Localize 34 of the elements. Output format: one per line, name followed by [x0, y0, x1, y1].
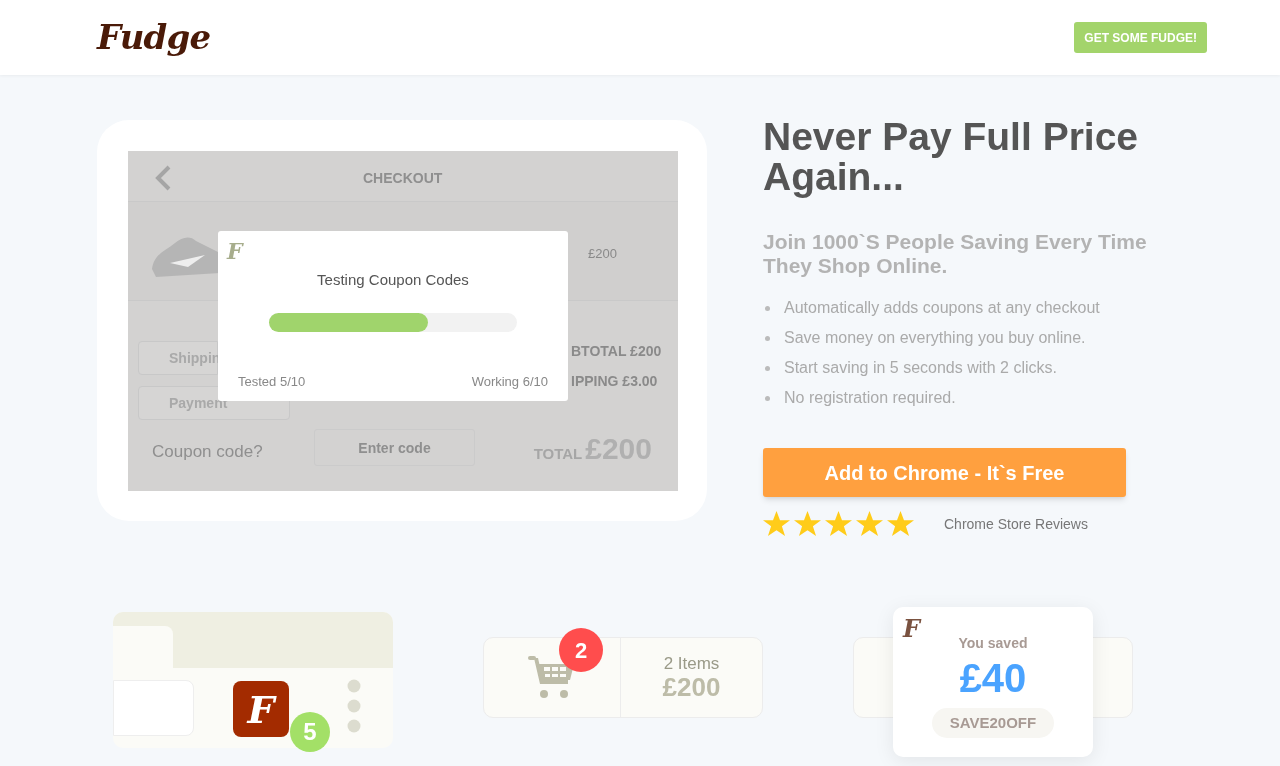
reviews-link[interactable]: Chrome Store Reviews	[944, 513, 1088, 535]
get-fudge-button[interactable]: GET SOME FUDGE!	[1074, 22, 1207, 53]
hero-heading: Never Pay Full Price Again...	[763, 117, 1140, 197]
saved-label: You saved	[958, 634, 1028, 653]
checkout-title: CHECKOUT	[363, 169, 443, 188]
coupon-label: Coupon code?	[152, 441, 263, 463]
extension-icon[interactable]: F	[233, 681, 289, 737]
count-badge: 5	[290, 712, 330, 752]
hero-subheading: Join 1000`S People Saving Every Time They Shop Online.	[763, 230, 1148, 278]
dialog-title: Testing Coupon Codes	[316, 270, 470, 290]
star-icon	[856, 511, 883, 537]
more-options-icon[interactable]	[347, 679, 361, 735]
coupon-code-tag: SAVE20OFF	[931, 708, 1055, 738]
cart-total: £200	[662, 672, 721, 701]
feature-item: Save money on everything you buy online.	[784, 328, 1086, 348]
count-badge: 2	[559, 628, 603, 672]
shipping-cost: IPPING £3.00	[571, 372, 658, 391]
saved-amount: £40	[959, 656, 1027, 700]
star-icon	[887, 511, 914, 537]
star-icon	[794, 511, 821, 537]
brand-mark: F	[227, 237, 243, 266]
brand-logo[interactable]: Fudge	[97, 12, 211, 63]
coupon-code-field[interactable]: Enter code	[314, 429, 475, 466]
feature-item: No registration required.	[784, 388, 956, 408]
item-price: £200	[588, 245, 617, 263]
brand-mark: F	[903, 613, 921, 645]
add-to-chrome-button[interactable]: Add to Chrome - It`s Free	[763, 448, 1126, 497]
star-icon	[763, 511, 790, 537]
working-count: Working 6/10	[471, 373, 548, 391]
subtotal-text: BTOTAL £200	[571, 342, 662, 361]
feature-item: Start saving in 5 seconds with 2 clicks.	[784, 358, 1057, 378]
item-count: 2 Items	[663, 654, 720, 673]
feature-item: Automatically adds coupons at any checkout	[784, 298, 1100, 318]
star-icon	[825, 511, 852, 537]
